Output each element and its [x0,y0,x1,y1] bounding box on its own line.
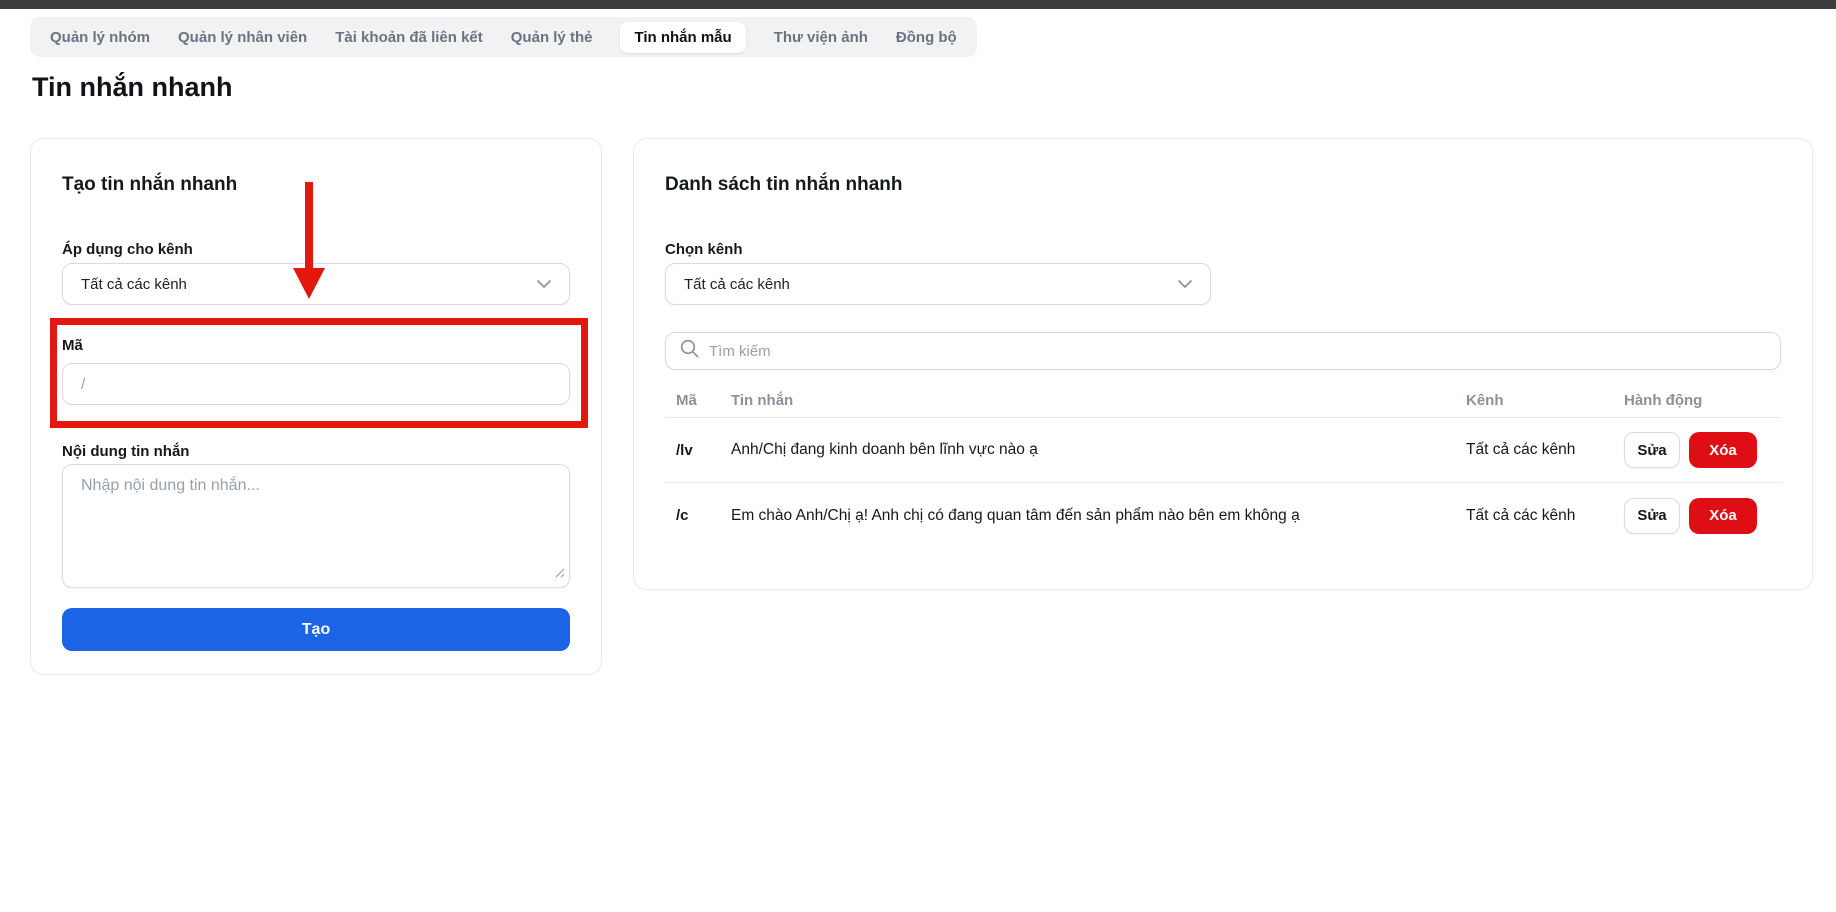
create-message-panel: Tạo tin nhắn nhanh Áp dụng cho kênh Tất … [30,138,602,675]
chevron-down-icon [537,275,551,293]
search-input[interactable] [709,343,1766,360]
choose-channel-label: Chọn kênh [665,240,1781,260]
apply-channel-value: Tất cả các kênh [81,276,187,293]
search-field[interactable] [665,332,1781,370]
message-content-label: Nội dung tin nhắn [62,442,570,462]
row-channel: Tất cả các kênh [1466,441,1624,459]
row-channel: Tất cả các kênh [1466,507,1624,525]
apply-channel-label: Áp dụng cho kênh [62,240,570,260]
tab-quan-ly-nhom[interactable]: Quản lý nhóm [50,29,150,46]
tab-thu-vien-anh[interactable]: Thư viện ảnh [774,29,868,46]
delete-button[interactable]: Xóa [1689,432,1757,468]
table-row: /c Em chào Anh/Chị ạ! Anh chị có đang qu… [665,483,1781,548]
message-list-panel: Danh sách tin nhắn nhanh Chọn kênh Tất c… [633,138,1813,590]
message-table: Mã Tin nhắn Kênh Hành động /lv Anh/Chị đ… [665,384,1781,548]
table-header-row: Mã Tin nhắn Kênh Hành động [665,384,1781,418]
list-panel-title: Danh sách tin nhắn nhanh [665,173,1781,197]
tab-bar: Quản lý nhóm Quản lý nhân viên Tài khoản… [30,17,977,57]
window-top-bar [0,0,1836,9]
row-message: Em chào Anh/Chị ạ! Anh chị có đang quan … [731,507,1466,525]
edit-button[interactable]: Sửa [1624,432,1680,468]
code-label: Mã [62,336,570,356]
chevron-down-icon [1178,275,1192,293]
page-title: Tin nhắn nhanh [32,72,232,103]
resize-handle-icon[interactable] [555,565,565,583]
create-panel-title: Tạo tin nhắn nhanh [62,173,570,197]
tab-quan-ly-the[interactable]: Quản lý thẻ [511,29,593,46]
row-message: Anh/Chị đang kinh doanh bên lĩnh vực nào… [731,441,1466,459]
header-code: Mã [676,392,731,409]
header-message: Tin nhắn [731,392,1466,409]
table-row: /lv Anh/Chị đang kinh doanh bên lĩnh vực… [665,418,1781,483]
tab-tin-nhan-mau[interactable]: Tin nhắn mẫu [620,22,745,53]
code-input[interactable] [62,363,570,405]
header-channel: Kênh [1466,392,1624,409]
row-code: /c [676,507,731,524]
create-button[interactable]: Tạo [62,608,570,651]
choose-channel-select[interactable]: Tất cả các kênh [665,263,1211,305]
choose-channel-value: Tất cả các kênh [684,276,790,293]
apply-channel-select[interactable]: Tất cả các kênh [62,263,570,305]
tab-tai-khoan-da-lien-ket[interactable]: Tài khoản đã liên kết [335,29,483,46]
tab-dong-bo[interactable]: Đồng bộ [896,29,957,46]
edit-button[interactable]: Sửa [1624,498,1680,534]
delete-button[interactable]: Xóa [1689,498,1757,534]
search-icon [680,339,699,363]
message-content-textarea[interactable] [62,464,570,588]
row-code: /lv [676,442,731,459]
header-actions: Hành động [1624,392,1781,409]
tab-quan-ly-nhan-vien[interactable]: Quản lý nhân viên [178,29,307,46]
